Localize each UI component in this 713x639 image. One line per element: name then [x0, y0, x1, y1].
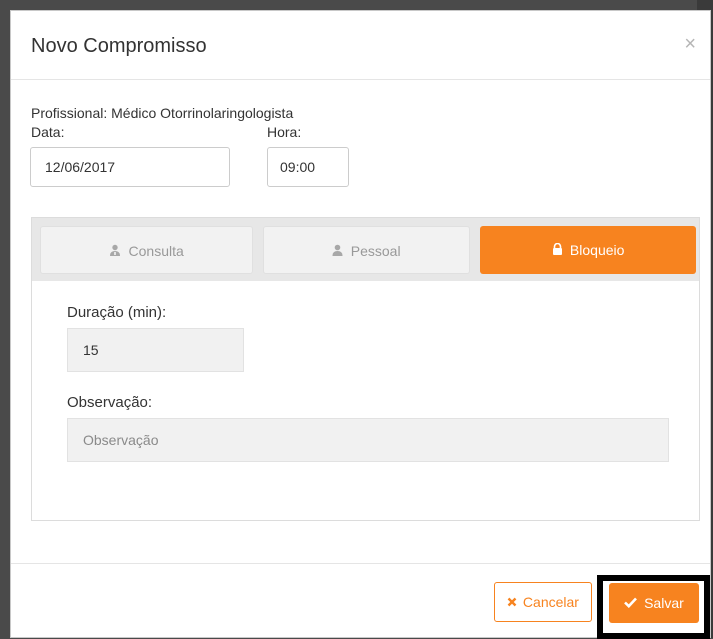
note-field[interactable]: Observação	[67, 418, 669, 462]
time-label: Hora:	[267, 124, 302, 140]
professional-info: Profissional: Médico Otorrinolaringologi…	[31, 105, 294, 121]
appointment-type-tabs: Consulta Pessoal Bloqueio	[32, 218, 699, 281]
duration-label: Duração (min):	[67, 304, 167, 321]
date-label: Data:	[31, 124, 65, 140]
check-icon	[624, 595, 644, 611]
user-md-icon	[109, 244, 124, 259]
appointment-type-panel: Consulta Pessoal Bloqueio Duração (min):…	[31, 217, 700, 521]
user-icon	[332, 244, 346, 259]
tab-bloqueio-label: Bloqueio	[569, 242, 625, 258]
modal-header: Novo Compromisso ×	[11, 11, 710, 80]
footer-divider	[11, 563, 710, 564]
close-icon[interactable]: ×	[684, 33, 696, 56]
date-field[interactable]: 12/06/2017	[30, 147, 230, 187]
note-label: Observação:	[67, 394, 153, 411]
tab-bloqueio[interactable]: Bloqueio	[480, 226, 696, 274]
save-button[interactable]: Salvar	[609, 583, 699, 623]
cancel-label: Cancelar	[522, 594, 579, 610]
tab-consulta[interactable]: Consulta	[40, 226, 253, 274]
duration-field[interactable]: 15	[67, 328, 244, 372]
save-label: Salvar	[644, 595, 684, 611]
tab-consulta-label: Consulta	[128, 243, 184, 259]
tab-pessoal[interactable]: Pessoal	[263, 226, 470, 274]
cancel-button[interactable]: Cancelar	[494, 582, 592, 622]
close-icon	[507, 594, 523, 610]
time-field[interactable]: 09:00	[267, 147, 349, 187]
lock-icon	[552, 242, 566, 258]
modal-title: Novo Compromisso	[31, 35, 207, 57]
appointment-modal: Novo Compromisso × Profissional: Médico …	[10, 10, 711, 639]
tab-pessoal-label: Pessoal	[350, 243, 401, 259]
